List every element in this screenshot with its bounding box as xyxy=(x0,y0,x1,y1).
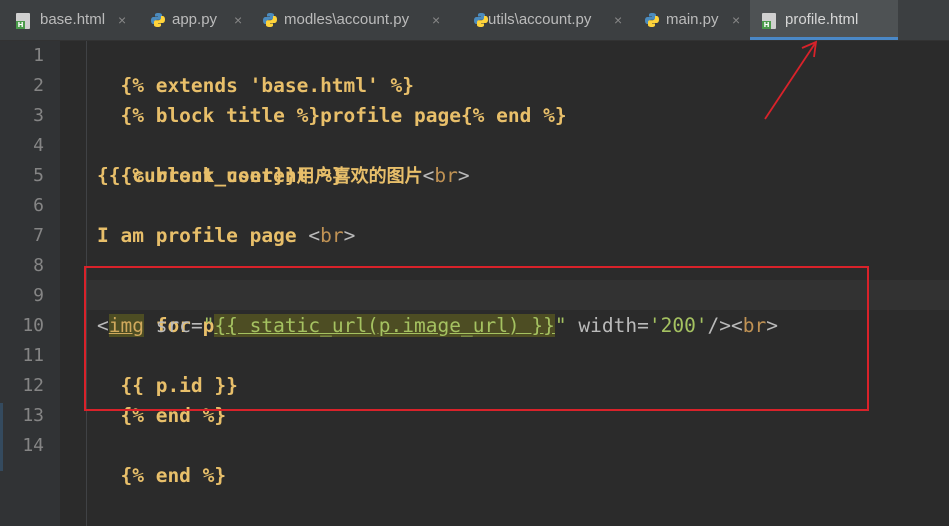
line-number: 13 xyxy=(22,405,44,426)
tab-utils-account-py[interactable]: utils\account.py × xyxy=(462,0,640,40)
line-number: 3 xyxy=(33,105,44,126)
html-tag-name: br xyxy=(320,224,344,247)
template-tag: {% block title %}profile page{% end %} xyxy=(120,104,567,127)
python-file-icon xyxy=(474,13,488,27)
line-number: 12 xyxy=(22,375,44,396)
tab-base-html[interactable]: base.html × xyxy=(0,0,138,40)
tab-modles-account-py[interactable]: modles\account.py × xyxy=(250,0,462,40)
tag-bracket: > xyxy=(343,224,356,247)
line-number: 1 xyxy=(33,45,44,66)
line-number: 5 xyxy=(33,165,44,186)
tab-label: modles\account.py xyxy=(284,11,410,28)
line-number: 2 xyxy=(33,75,44,96)
line-number: 11 xyxy=(22,345,44,366)
code-line-4: {% block content %} xyxy=(97,131,343,187)
tab-main-py[interactable]: main.py × xyxy=(640,0,750,40)
python-file-icon xyxy=(263,13,277,27)
code-line-5: {{ current_user}}用户喜欢的图片<br> xyxy=(97,161,470,191)
tag-bracket: < xyxy=(422,164,435,187)
code-line-7: I am profile page <br> xyxy=(97,221,355,251)
close-icon[interactable]: × xyxy=(118,11,126,29)
html-file-icon xyxy=(762,13,776,29)
tab-app-py[interactable]: app.py × xyxy=(138,0,250,40)
template-expression: {{ current_user}} xyxy=(97,164,297,187)
tag-bracket: > xyxy=(457,164,470,187)
tab-label: app.py xyxy=(172,11,218,28)
line-number: 14 xyxy=(22,435,44,456)
code-line-1: {% extends 'base.html' %} xyxy=(97,41,414,97)
red-highlight-box xyxy=(84,266,869,411)
close-icon[interactable]: × xyxy=(614,11,622,29)
line-number: 10 xyxy=(22,315,44,336)
code-line-14: {% end %} xyxy=(97,431,226,487)
template-tag: {% end %} xyxy=(120,464,227,487)
chinese-text: 用户喜欢的图片 xyxy=(296,166,423,187)
line-number: 6 xyxy=(33,195,44,216)
plain-text: I am profile page xyxy=(97,224,309,247)
html-tag-name: br xyxy=(434,164,458,187)
close-icon[interactable]: × xyxy=(432,11,440,29)
line-number: 9 xyxy=(33,285,44,306)
line-number: 8 xyxy=(33,255,44,276)
tab-label: utils\account.py xyxy=(488,11,592,28)
line-number-gutter: 1 2 3 4 5 6 7 8 9 10 11 12 13 14 xyxy=(0,41,60,526)
tab-label: base.html xyxy=(40,11,106,28)
line-number: 7 xyxy=(33,225,44,246)
close-icon[interactable]: × xyxy=(234,11,242,29)
tag-bracket: < xyxy=(308,224,321,247)
html-file-icon xyxy=(16,13,30,29)
tab-label: main.py xyxy=(666,11,719,28)
python-file-icon xyxy=(645,13,659,27)
line-number: 4 xyxy=(33,135,44,156)
red-arrow-annotation xyxy=(764,40,818,120)
python-file-icon xyxy=(151,13,165,27)
tab-label: profile.html xyxy=(785,11,859,28)
code-line-2: {% block title %}profile page{% end %} xyxy=(97,71,566,127)
close-icon[interactable]: × xyxy=(732,11,740,29)
